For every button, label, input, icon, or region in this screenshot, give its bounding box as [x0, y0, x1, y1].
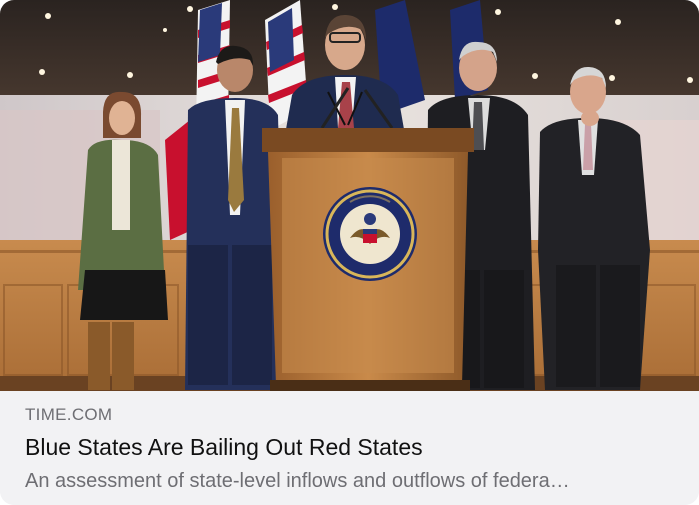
- source-domain: TIME.COM: [25, 405, 113, 424]
- house-seal: [323, 187, 417, 281]
- article-title[interactable]: Blue States Are Bailing Out Red States: [25, 434, 423, 461]
- article-description: An assessment of state-level inflows and…: [25, 470, 570, 492]
- link-preview-card[interactable]: TIME.COM Blue States Are Bailing Out Red…: [0, 0, 699, 505]
- preview-image: [0, 0, 699, 391]
- preview-text-area[interactable]: TIME.COM Blue States Are Bailing Out Red…: [0, 391, 699, 505]
